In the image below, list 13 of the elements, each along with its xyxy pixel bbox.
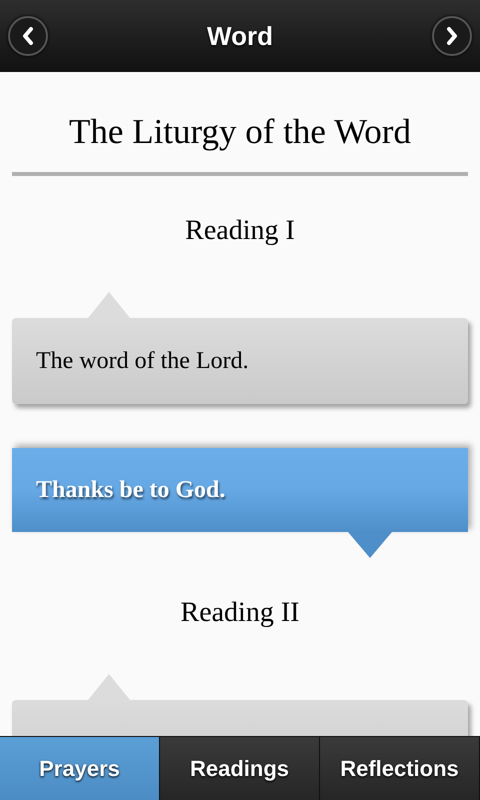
response-text: Thanks be to God. [36, 476, 226, 505]
chevron-right-icon [444, 27, 459, 45]
back-button[interactable] [8, 16, 48, 56]
bubble-pointer [348, 532, 392, 558]
section-heading: Reading I [185, 214, 295, 248]
response-text: The word of the Lord. [36, 346, 249, 376]
page-title: The Liturgy of the Word [69, 111, 411, 153]
chevron-left-icon [21, 27, 35, 45]
tab[interactable]: Reflections [320, 737, 480, 800]
section-heading: Reading II [180, 596, 300, 630]
forward-button[interactable] [432, 16, 472, 56]
header-title: Word [207, 20, 273, 52]
tab[interactable]: Readings [160, 737, 320, 800]
